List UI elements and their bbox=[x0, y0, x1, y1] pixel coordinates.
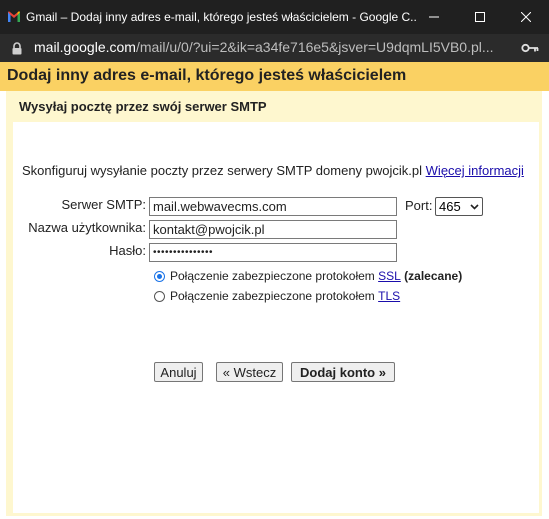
url-path: /mail/u/0/?ui=2&ik=a34fe716e5&jsver=U9dq… bbox=[135, 39, 494, 55]
back-button[interactable]: « Wstecz bbox=[216, 362, 283, 382]
maximize-button[interactable] bbox=[457, 0, 503, 34]
form-container: Skonfiguruj wysyłanie poczty przez serwe… bbox=[13, 122, 539, 513]
key-icon[interactable] bbox=[521, 43, 539, 53]
add-account-button[interactable]: Dodaj konto » bbox=[291, 362, 395, 382]
username-label: Nazwa użytkownika: bbox=[28, 220, 146, 235]
ssl-link[interactable]: SSL bbox=[378, 269, 401, 283]
tls-option[interactable]: Połączenie zabezpieczone protokołem TLS bbox=[154, 289, 400, 303]
window-title-bar: Gmail – Dodaj inny adres e-mail, którego… bbox=[0, 0, 549, 34]
smtp-server-label: Serwer SMTP: bbox=[61, 197, 146, 212]
smtp-server-input[interactable]: mail.webwavecms.com bbox=[149, 197, 397, 216]
more-info-link[interactable]: Więcej informacji bbox=[426, 163, 524, 178]
ssl-option-text: Połączenie zabezpieczone protokołem bbox=[170, 269, 375, 283]
window-title: Gmail – Dodaj inny adres e-mail, którego… bbox=[26, 10, 416, 24]
url-host: mail.google.com bbox=[34, 39, 136, 55]
tls-link[interactable]: TLS bbox=[378, 289, 400, 303]
section-title: Wysyłaj pocztę przez swój serwer SMTP bbox=[19, 99, 267, 114]
password-input[interactable]: ••••••••••••••• bbox=[149, 243, 397, 262]
port-value: 465 bbox=[439, 199, 461, 214]
ssl-radio[interactable] bbox=[154, 270, 165, 282]
username-input[interactable]: kontakt@pwojcik.pl bbox=[149, 220, 397, 239]
password-label: Hasło: bbox=[109, 243, 146, 258]
address-bar[interactable]: mail.google.com/mail/u/0/?ui=2&ik=a34fe7… bbox=[0, 34, 549, 62]
description-text: Skonfiguruj wysyłanie poczty przez serwe… bbox=[22, 163, 524, 178]
minimize-button[interactable] bbox=[411, 0, 457, 34]
gmail-logo-icon bbox=[8, 11, 20, 22]
chevron-down-icon bbox=[470, 203, 479, 210]
page-content: Dodaj inny adres e-mail, którego jesteś … bbox=[0, 62, 549, 519]
url-text[interactable]: mail.google.com/mail/u/0/?ui=2&ik=a34fe7… bbox=[34, 39, 516, 55]
port-label: Port: bbox=[405, 198, 433, 213]
close-icon bbox=[521, 12, 531, 22]
cancel-button[interactable]: Anuluj bbox=[154, 362, 203, 382]
description-label: Skonfiguruj wysyłanie poczty przez serwe… bbox=[22, 163, 423, 178]
page-title: Dodaj inny adres e-mail, którego jesteś … bbox=[7, 67, 407, 84]
ssl-recommended: (zalecane) bbox=[404, 269, 463, 283]
lock-icon[interactable] bbox=[11, 42, 23, 55]
close-button[interactable] bbox=[503, 0, 549, 34]
maximize-icon bbox=[475, 12, 485, 22]
dialog-panel: Wysyłaj pocztę przez swój serwer SMTP Sk… bbox=[6, 91, 542, 516]
tls-radio[interactable] bbox=[154, 290, 165, 302]
ssl-option[interactable]: Połączenie zabezpieczone protokołem SSL … bbox=[154, 269, 462, 283]
page-header: Dodaj inny adres e-mail, którego jesteś … bbox=[0, 62, 549, 91]
tls-option-text: Połączenie zabezpieczone protokołem bbox=[170, 289, 375, 303]
minimize-icon bbox=[429, 16, 439, 18]
port-select[interactable]: 465 bbox=[435, 197, 483, 216]
